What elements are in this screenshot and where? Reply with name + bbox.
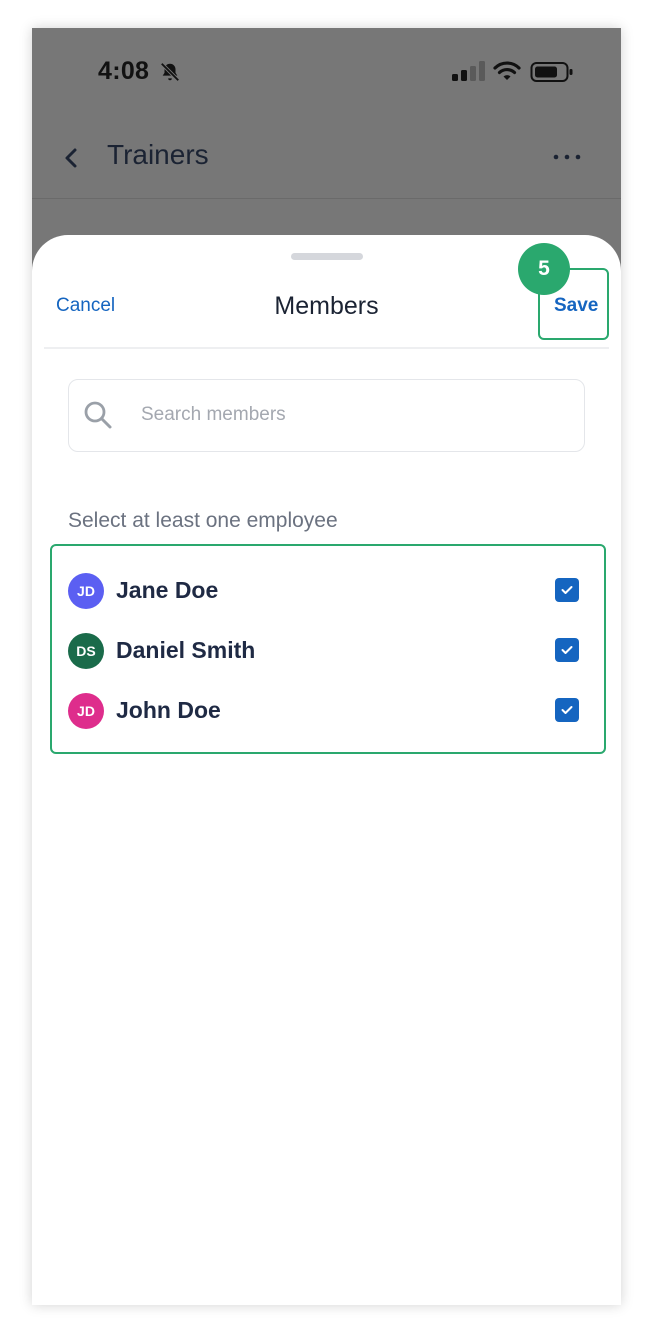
- search-input[interactable]: [141, 398, 561, 432]
- checkmark-icon: [561, 646, 573, 654]
- hint-text: Select at least one employee: [68, 509, 338, 532]
- status-time: 4:08: [98, 57, 150, 85]
- member-name: John Doe: [116, 697, 221, 723]
- avatar: JD: [68, 573, 104, 609]
- checkmark-icon: [561, 586, 573, 594]
- sheet-title: Members: [274, 292, 379, 320]
- member-name: Daniel Smith: [116, 637, 256, 663]
- header-divider: [44, 347, 609, 349]
- more-horizontal-icon[interactable]: [552, 152, 582, 162]
- nav-title: Trainers: [107, 139, 209, 170]
- bell-off-icon: [160, 62, 180, 82]
- avatar: DS: [68, 633, 104, 669]
- checkmark-icon: [561, 706, 573, 714]
- search-icon: [84, 401, 112, 429]
- sheet-grabber[interactable]: [291, 253, 363, 260]
- member-row[interactable]: JD John Doe: [68, 692, 588, 732]
- nav-divider: [32, 198, 621, 199]
- wifi-icon: [493, 61, 521, 80]
- battery-icon: [530, 62, 573, 82]
- member-checkbox[interactable]: [555, 698, 579, 722]
- phone-screen: 4:08 Trainers Cancel Members Save 5 Sear…: [32, 28, 621, 1305]
- step-badge: 5: [518, 243, 570, 295]
- signal-icon: [452, 61, 485, 81]
- members-sheet: Cancel Members Save 5 Select at least on…: [32, 235, 621, 1305]
- chevron-left-icon[interactable]: [62, 144, 82, 172]
- member-name: Jane Doe: [116, 577, 219, 603]
- member-row[interactable]: DS Daniel Smith: [68, 632, 588, 672]
- member-checkbox[interactable]: [555, 578, 579, 602]
- page: 4:08 Trainers Cancel Members Save 5 Sear…: [0, 0, 654, 1342]
- search-box[interactable]: [68, 379, 585, 452]
- save-button[interactable]: Save: [554, 295, 598, 317]
- member-checkbox[interactable]: [555, 638, 579, 662]
- member-row[interactable]: JD Jane Doe: [68, 572, 588, 612]
- avatar: JD: [68, 693, 104, 729]
